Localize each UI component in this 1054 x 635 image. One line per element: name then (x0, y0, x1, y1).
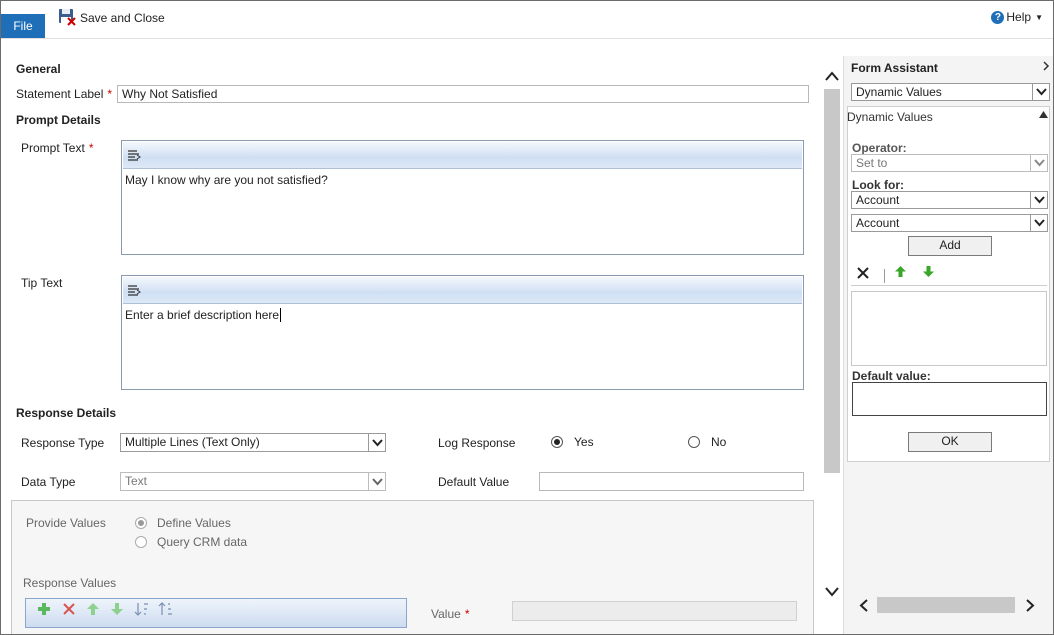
radio-query-crm[interactable] (135, 536, 147, 548)
ok-button[interactable]: OK (908, 432, 992, 452)
define-values-label: Define Values (157, 516, 231, 530)
general-heading: General (16, 62, 61, 76)
move-down-icon[interactable] (922, 265, 935, 278)
response-values-label: Response Values (23, 576, 117, 590)
data-type-select[interactable]: Text (120, 472, 386, 491)
form-assistant-title: Form Assistant (851, 61, 938, 75)
help-button[interactable]: ? Help ▼ (991, 10, 1043, 24)
tip-text-value: Enter a brief description here (125, 308, 282, 322)
add-button[interactable]: Add (908, 236, 992, 256)
yes-label: Yes (574, 435, 594, 449)
scroll-up-icon[interactable] (825, 71, 839, 81)
prompt-text-editor[interactable]: May I know why are you not satisfied? (121, 140, 804, 255)
required-marker: * (464, 607, 470, 621)
window: File Save and Close ? Help ▼ General Sta… (0, 0, 1054, 635)
dynamic-values-list[interactable] (851, 291, 1047, 366)
save-close-icon (58, 8, 76, 29)
look-for-label: Look for: (852, 178, 904, 192)
move-down-icon[interactable] (110, 602, 124, 616)
toolbar-divider (884, 269, 885, 283)
chevron-down-icon[interactable] (1032, 84, 1049, 100)
operator-select[interactable]: Set to (851, 154, 1048, 172)
query-crm-label: Query CRM data (157, 535, 248, 549)
response-details-heading: Response Details (16, 406, 117, 420)
prompt-text-label: Prompt Text * (21, 141, 94, 155)
look-for-entity-select[interactable]: Account (851, 191, 1048, 209)
main-scrollbar-thumb[interactable] (824, 89, 840, 473)
prompt-editor-toolbar (123, 142, 802, 169)
prompt-text-value: May I know why are you not satisfied? (125, 173, 328, 187)
default-value-label: Default Value (438, 475, 510, 489)
scroll-down-icon[interactable] (825, 587, 839, 597)
format-icon[interactable] (126, 282, 142, 298)
value-label: Value * (431, 607, 470, 621)
tip-text-label: Tip Text (21, 276, 63, 290)
collapse-panel-icon[interactable] (1042, 61, 1050, 71)
form-assistant-select[interactable]: Dynamic Values (851, 83, 1050, 101)
radio-yes[interactable] (551, 436, 563, 448)
delete-icon[interactable] (62, 602, 76, 616)
move-up-icon[interactable] (86, 602, 100, 616)
dynamic-values-section-title: Dynamic Values (847, 110, 933, 124)
format-icon[interactable] (126, 147, 142, 163)
statement-input[interactable]: Why Not Satisfied (117, 85, 809, 103)
panel-scrollbar-thumb[interactable] (877, 597, 1015, 613)
add-icon[interactable] (36, 602, 52, 616)
operator-label: Operator: (852, 141, 907, 155)
text-cursor (280, 308, 282, 322)
fa-default-value-input[interactable] (852, 382, 1047, 416)
required-marker: * (107, 87, 113, 101)
sort-ascending-icon[interactable] (134, 601, 150, 617)
log-response-label: Log Response (438, 436, 516, 450)
default-value-label-fa: Default value: (852, 369, 931, 383)
chevron-down-icon[interactable] (368, 434, 385, 451)
separator (851, 285, 1047, 286)
look-for-field-select[interactable]: Account (851, 214, 1048, 232)
response-type-select[interactable]: Multiple Lines (Text Only) (120, 433, 386, 452)
remove-icon[interactable] (856, 266, 870, 280)
log-response-no[interactable]: No (688, 435, 726, 449)
scroll-left-icon[interactable] (859, 599, 869, 612)
value-input[interactable] (512, 601, 797, 621)
data-type-label: Data Type (21, 475, 76, 489)
save-and-close-button[interactable]: Save and Close (58, 8, 165, 28)
sort-descending-icon[interactable] (158, 601, 174, 617)
prompt-details-heading: Prompt Details (16, 113, 101, 127)
define-values-option[interactable]: Define Values (135, 516, 231, 530)
tip-text-editor[interactable]: Enter a brief description here (121, 275, 804, 390)
log-response-yes[interactable]: Yes (551, 435, 594, 449)
collapse-section-icon[interactable] (1039, 111, 1048, 118)
move-up-icon[interactable] (894, 265, 907, 278)
no-label: No (711, 435, 727, 449)
caret-down-icon: ▼ (1035, 12, 1043, 22)
provide-values-label: Provide Values (26, 516, 106, 530)
radio-no[interactable] (688, 436, 700, 448)
query-crm-option[interactable]: Query CRM data (135, 535, 247, 549)
scroll-right-icon[interactable] (1025, 599, 1035, 612)
chevron-down-icon[interactable] (1030, 215, 1047, 231)
chevron-down-icon[interactable] (1030, 192, 1047, 208)
help-label: Help (1006, 10, 1032, 24)
tip-editor-toolbar (123, 277, 802, 304)
default-value-input[interactable] (539, 472, 804, 491)
file-tab[interactable]: File (1, 14, 45, 38)
chevron-down-icon[interactable] (368, 473, 385, 490)
required-marker: * (88, 141, 94, 155)
response-type-label: Response Type (21, 436, 105, 450)
response-values-toolbar (25, 598, 407, 628)
radio-define-values[interactable] (135, 517, 147, 529)
help-icon: ? (991, 10, 1005, 24)
save-close-label: Save and Close (80, 11, 165, 25)
statement-label: Statement Label * (16, 87, 113, 101)
chevron-down-icon[interactable] (1030, 155, 1047, 171)
